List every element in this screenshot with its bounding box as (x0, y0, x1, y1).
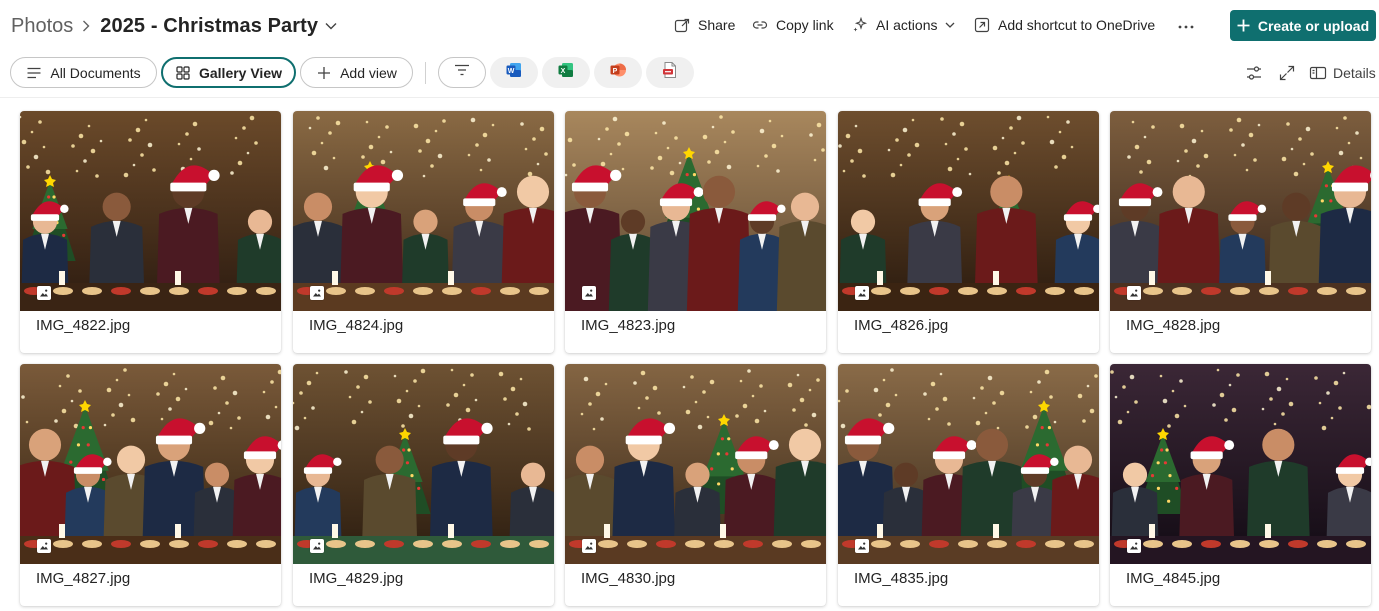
photo-card[interactable]: IMG_4828.jpg (1110, 111, 1371, 353)
photo-thumbnail (20, 364, 281, 564)
view-gallery-label: Gallery View (198, 64, 282, 81)
new-word-button[interactable]: W (490, 57, 538, 88)
add-shortcut-button[interactable]: Add shortcut to OneDrive (974, 14, 1155, 36)
fullscreen-button[interactable] (1278, 63, 1296, 83)
shortcut-icon (974, 17, 990, 33)
add-view-label: Add view (340, 64, 397, 81)
photo-thumbnail (20, 111, 281, 311)
new-excel-button[interactable]: X (542, 57, 590, 88)
photo-filename: IMG_4824.jpg (309, 317, 404, 334)
more-options-button[interactable] (1176, 14, 1196, 36)
chevron-right-icon (82, 20, 90, 32)
photo-card[interactable]: IMG_4823.jpg (565, 111, 826, 353)
photo-filename: IMG_4823.jpg (581, 317, 676, 334)
photo-thumbnail (838, 364, 1099, 564)
photo-filename: IMG_4845.jpg (1126, 570, 1221, 587)
view-all-documents-label: All Documents (50, 64, 141, 81)
copy-link-label: Copy link (776, 17, 834, 33)
sliders-icon (1245, 64, 1263, 82)
list-icon (26, 65, 42, 81)
share-icon (674, 17, 690, 33)
share-label: Share (698, 17, 736, 33)
create-or-upload-label: Create or upload (1257, 17, 1370, 34)
photo-thumbnail (838, 111, 1099, 311)
details-label: Details (1333, 65, 1376, 81)
photo-filename: IMG_4829.jpg (309, 570, 404, 587)
filter-button[interactable] (438, 57, 486, 88)
image-icon (1127, 286, 1141, 300)
photo-gallery: IMG_4822.jpg IMG_4824.jpg IMG_4823.jpg I… (0, 97, 1379, 611)
ai-actions-button[interactable]: AI actions (852, 14, 955, 36)
add-shortcut-label: Add shortcut to OneDrive (998, 17, 1156, 33)
photo-thumbnail (1110, 364, 1371, 564)
photo-thumbnail (565, 111, 826, 311)
new-pdf-button[interactable] (646, 57, 694, 88)
view-options-button[interactable] (1245, 63, 1263, 83)
svg-text:W: W (508, 68, 515, 75)
image-icon (1127, 539, 1141, 553)
excel-icon: X (557, 61, 575, 84)
photo-filename: IMG_4830.jpg (581, 570, 676, 587)
view-gallery[interactable]: Gallery View (161, 57, 296, 88)
divider (425, 62, 426, 84)
add-view-button[interactable]: Add view (300, 57, 413, 88)
pdf-icon (661, 61, 679, 84)
photo-thumbnail (293, 364, 554, 564)
image-icon (582, 539, 596, 553)
word-icon: W (505, 61, 523, 84)
breadcrumb-parent-photos[interactable]: Photos (11, 15, 73, 38)
photo-card[interactable]: IMG_4826.jpg (838, 111, 1099, 353)
create-or-upload-button[interactable]: Create or upload (1230, 10, 1376, 41)
grid-icon (175, 65, 191, 81)
more-icon (1178, 16, 1194, 34)
svg-text:P: P (613, 68, 618, 75)
image-icon (855, 539, 869, 553)
details-pane-icon (1309, 64, 1327, 82)
photo-filename: IMG_4826.jpg (854, 317, 949, 334)
share-button[interactable]: Share (674, 14, 735, 36)
command-bar: Photos 2025 - Christmas Party Share Copy… (0, 0, 1379, 50)
view-bar: All Documents Gallery View Add view W X … (0, 56, 1379, 90)
copy-link-button[interactable]: Copy link (752, 14, 834, 36)
sparkle-icon (852, 17, 868, 33)
breadcrumb: Photos 2025 - Christmas Party (11, 13, 337, 39)
chevron-down-icon (945, 21, 955, 29)
image-icon (310, 286, 324, 300)
photo-card[interactable]: IMG_4829.jpg (293, 364, 554, 606)
photo-card[interactable]: IMG_4835.jpg (838, 364, 1099, 606)
image-icon (855, 286, 869, 300)
photo-thumbnail (293, 111, 554, 311)
photo-thumbnail (565, 364, 826, 564)
link-icon (752, 17, 768, 33)
image-icon (310, 539, 324, 553)
photo-card[interactable]: IMG_4822.jpg (20, 111, 281, 353)
ai-actions-label: AI actions (876, 17, 938, 33)
plus-icon (316, 65, 332, 81)
breadcrumb-current-folder: 2025 - Christmas Party (100, 14, 319, 37)
powerpoint-icon: P (609, 61, 627, 84)
photo-thumbnail (1110, 111, 1371, 311)
new-powerpoint-button[interactable]: P (594, 57, 642, 88)
image-icon (37, 539, 51, 553)
photo-card[interactable]: IMG_4845.jpg (1110, 364, 1371, 606)
photo-filename: IMG_4827.jpg (36, 570, 131, 587)
photo-filename: IMG_4822.jpg (36, 317, 131, 334)
photo-filename: IMG_4835.jpg (854, 570, 949, 587)
filter-icon (454, 63, 470, 82)
photo-card[interactable]: IMG_4827.jpg (20, 364, 281, 606)
chevron-down-icon[interactable] (325, 21, 337, 31)
details-pane-button[interactable]: Details (1309, 63, 1376, 83)
expand-icon (1278, 64, 1296, 82)
photo-card[interactable]: IMG_4830.jpg (565, 364, 826, 606)
image-icon (37, 286, 51, 300)
view-all-documents[interactable]: All Documents (10, 57, 157, 88)
plus-icon (1237, 19, 1250, 32)
photo-filename: IMG_4828.jpg (1126, 317, 1221, 334)
image-icon (582, 286, 596, 300)
svg-text:X: X (561, 68, 566, 75)
photo-card[interactable]: IMG_4824.jpg (293, 111, 554, 353)
